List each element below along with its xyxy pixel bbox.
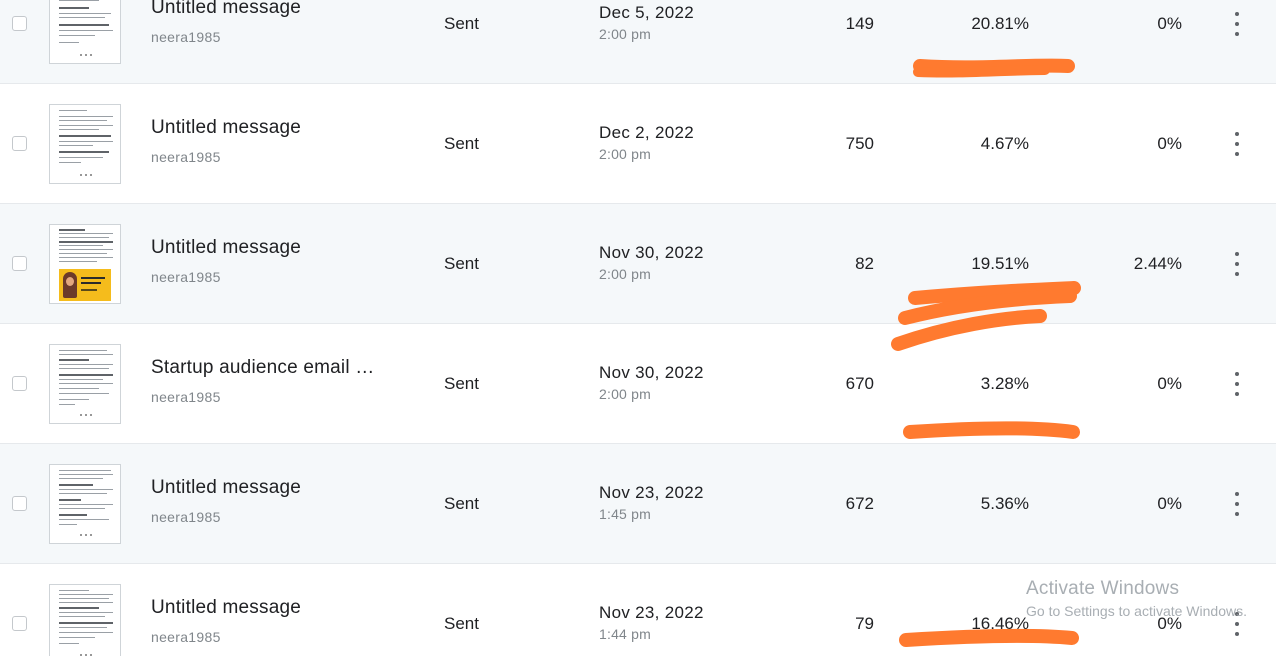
row-checkbox[interactable]	[12, 256, 27, 271]
recipient-count: 670	[845, 374, 874, 393]
click-rate: 0%	[1157, 614, 1182, 633]
email-thumbnail[interactable]	[49, 0, 121, 64]
campaign-status: Sent	[444, 374, 479, 393]
campaign-sender: neera1985	[151, 389, 221, 405]
table-row[interactable]: Untitled message neera1985 Sent Nov 23, …	[0, 444, 1276, 564]
campaign-title[interactable]: Startup audience email …	[151, 357, 374, 379]
row-checkbox[interactable]	[12, 616, 27, 631]
email-thumbnail[interactable]	[49, 224, 121, 304]
campaign-title[interactable]: Untitled message	[151, 597, 301, 619]
row-checkbox[interactable]	[12, 136, 27, 151]
row-checkbox[interactable]	[12, 16, 27, 31]
campaign-sender: neera1985	[151, 149, 221, 165]
table-row[interactable]: Untitled message neera1985 Sent Dec 2, 2…	[0, 84, 1276, 204]
recipient-count: 149	[845, 14, 874, 33]
sent-time: 2:00 pm	[599, 26, 651, 42]
click-rate: 2.44%	[1133, 254, 1182, 273]
campaign-status: Sent	[444, 614, 479, 633]
table-row[interactable]: Startup audience email … neera1985 Sent …	[0, 324, 1276, 444]
more-options-icon[interactable]	[1230, 252, 1244, 276]
sent-date: Nov 30, 2022	[599, 243, 704, 262]
email-thumbnail[interactable]	[49, 464, 121, 544]
click-rate: 0%	[1157, 14, 1182, 33]
open-rate: 20.81%	[971, 14, 1029, 33]
campaign-sender: neera1985	[151, 29, 221, 45]
promo-banner-image	[59, 269, 111, 301]
sent-date: Dec 5, 2022	[599, 3, 694, 22]
open-rate: 16.46%	[971, 614, 1029, 633]
campaign-title[interactable]: Untitled message	[151, 477, 301, 499]
row-checkbox[interactable]	[12, 376, 27, 391]
recipient-count: 79	[855, 614, 874, 633]
table-row[interactable]: Untitled message neera1985 Sent Dec 5, 2…	[0, 0, 1276, 84]
more-options-icon[interactable]	[1230, 612, 1244, 636]
more-options-icon[interactable]	[1230, 492, 1244, 516]
open-rate: 4.67%	[980, 134, 1029, 153]
sent-date: Nov 23, 2022	[599, 603, 704, 622]
open-rate: 5.36%	[980, 494, 1029, 513]
email-thumbnail[interactable]	[49, 344, 121, 424]
sent-time: 1:45 pm	[599, 506, 651, 522]
campaign-table: Untitled message neera1985 Sent Dec 5, 2…	[0, 0, 1276, 656]
more-options-icon[interactable]	[1230, 132, 1244, 156]
row-checkbox[interactable]	[12, 496, 27, 511]
click-rate: 0%	[1157, 134, 1182, 153]
campaign-status: Sent	[444, 494, 479, 513]
sent-time: 2:00 pm	[599, 386, 651, 402]
sent-time: 2:00 pm	[599, 266, 651, 282]
recipient-count: 672	[845, 494, 874, 513]
sent-date: Nov 23, 2022	[599, 483, 704, 502]
sent-date: Dec 2, 2022	[599, 123, 694, 142]
table-row[interactable]: Untitled message neera1985 Sent Nov 23, …	[0, 564, 1276, 656]
campaign-title[interactable]: Untitled message	[151, 0, 301, 19]
campaign-title[interactable]: Untitled message	[151, 117, 301, 139]
more-options-icon[interactable]	[1230, 12, 1244, 36]
email-thumbnail[interactable]	[49, 584, 121, 656]
click-rate: 0%	[1157, 374, 1182, 393]
open-rate: 19.51%	[971, 254, 1029, 273]
sent-time: 2:00 pm	[599, 146, 651, 162]
click-rate: 0%	[1157, 494, 1182, 513]
campaign-title[interactable]: Untitled message	[151, 237, 301, 259]
sent-time: 1:44 pm	[599, 626, 651, 642]
campaign-sender: neera1985	[151, 629, 221, 645]
campaign-sender: neera1985	[151, 269, 221, 285]
sent-date: Nov 30, 2022	[599, 363, 704, 382]
open-rate: 3.28%	[980, 374, 1029, 393]
recipient-count: 750	[845, 134, 874, 153]
recipient-count: 82	[855, 254, 874, 273]
campaign-status: Sent	[444, 254, 479, 273]
email-thumbnail[interactable]	[49, 104, 121, 184]
campaign-status: Sent	[444, 14, 479, 33]
campaign-status: Sent	[444, 134, 479, 153]
table-row[interactable]: Untitled message neera1985 Sent Nov 30, …	[0, 204, 1276, 324]
campaign-sender: neera1985	[151, 509, 221, 525]
more-options-icon[interactable]	[1230, 372, 1244, 396]
